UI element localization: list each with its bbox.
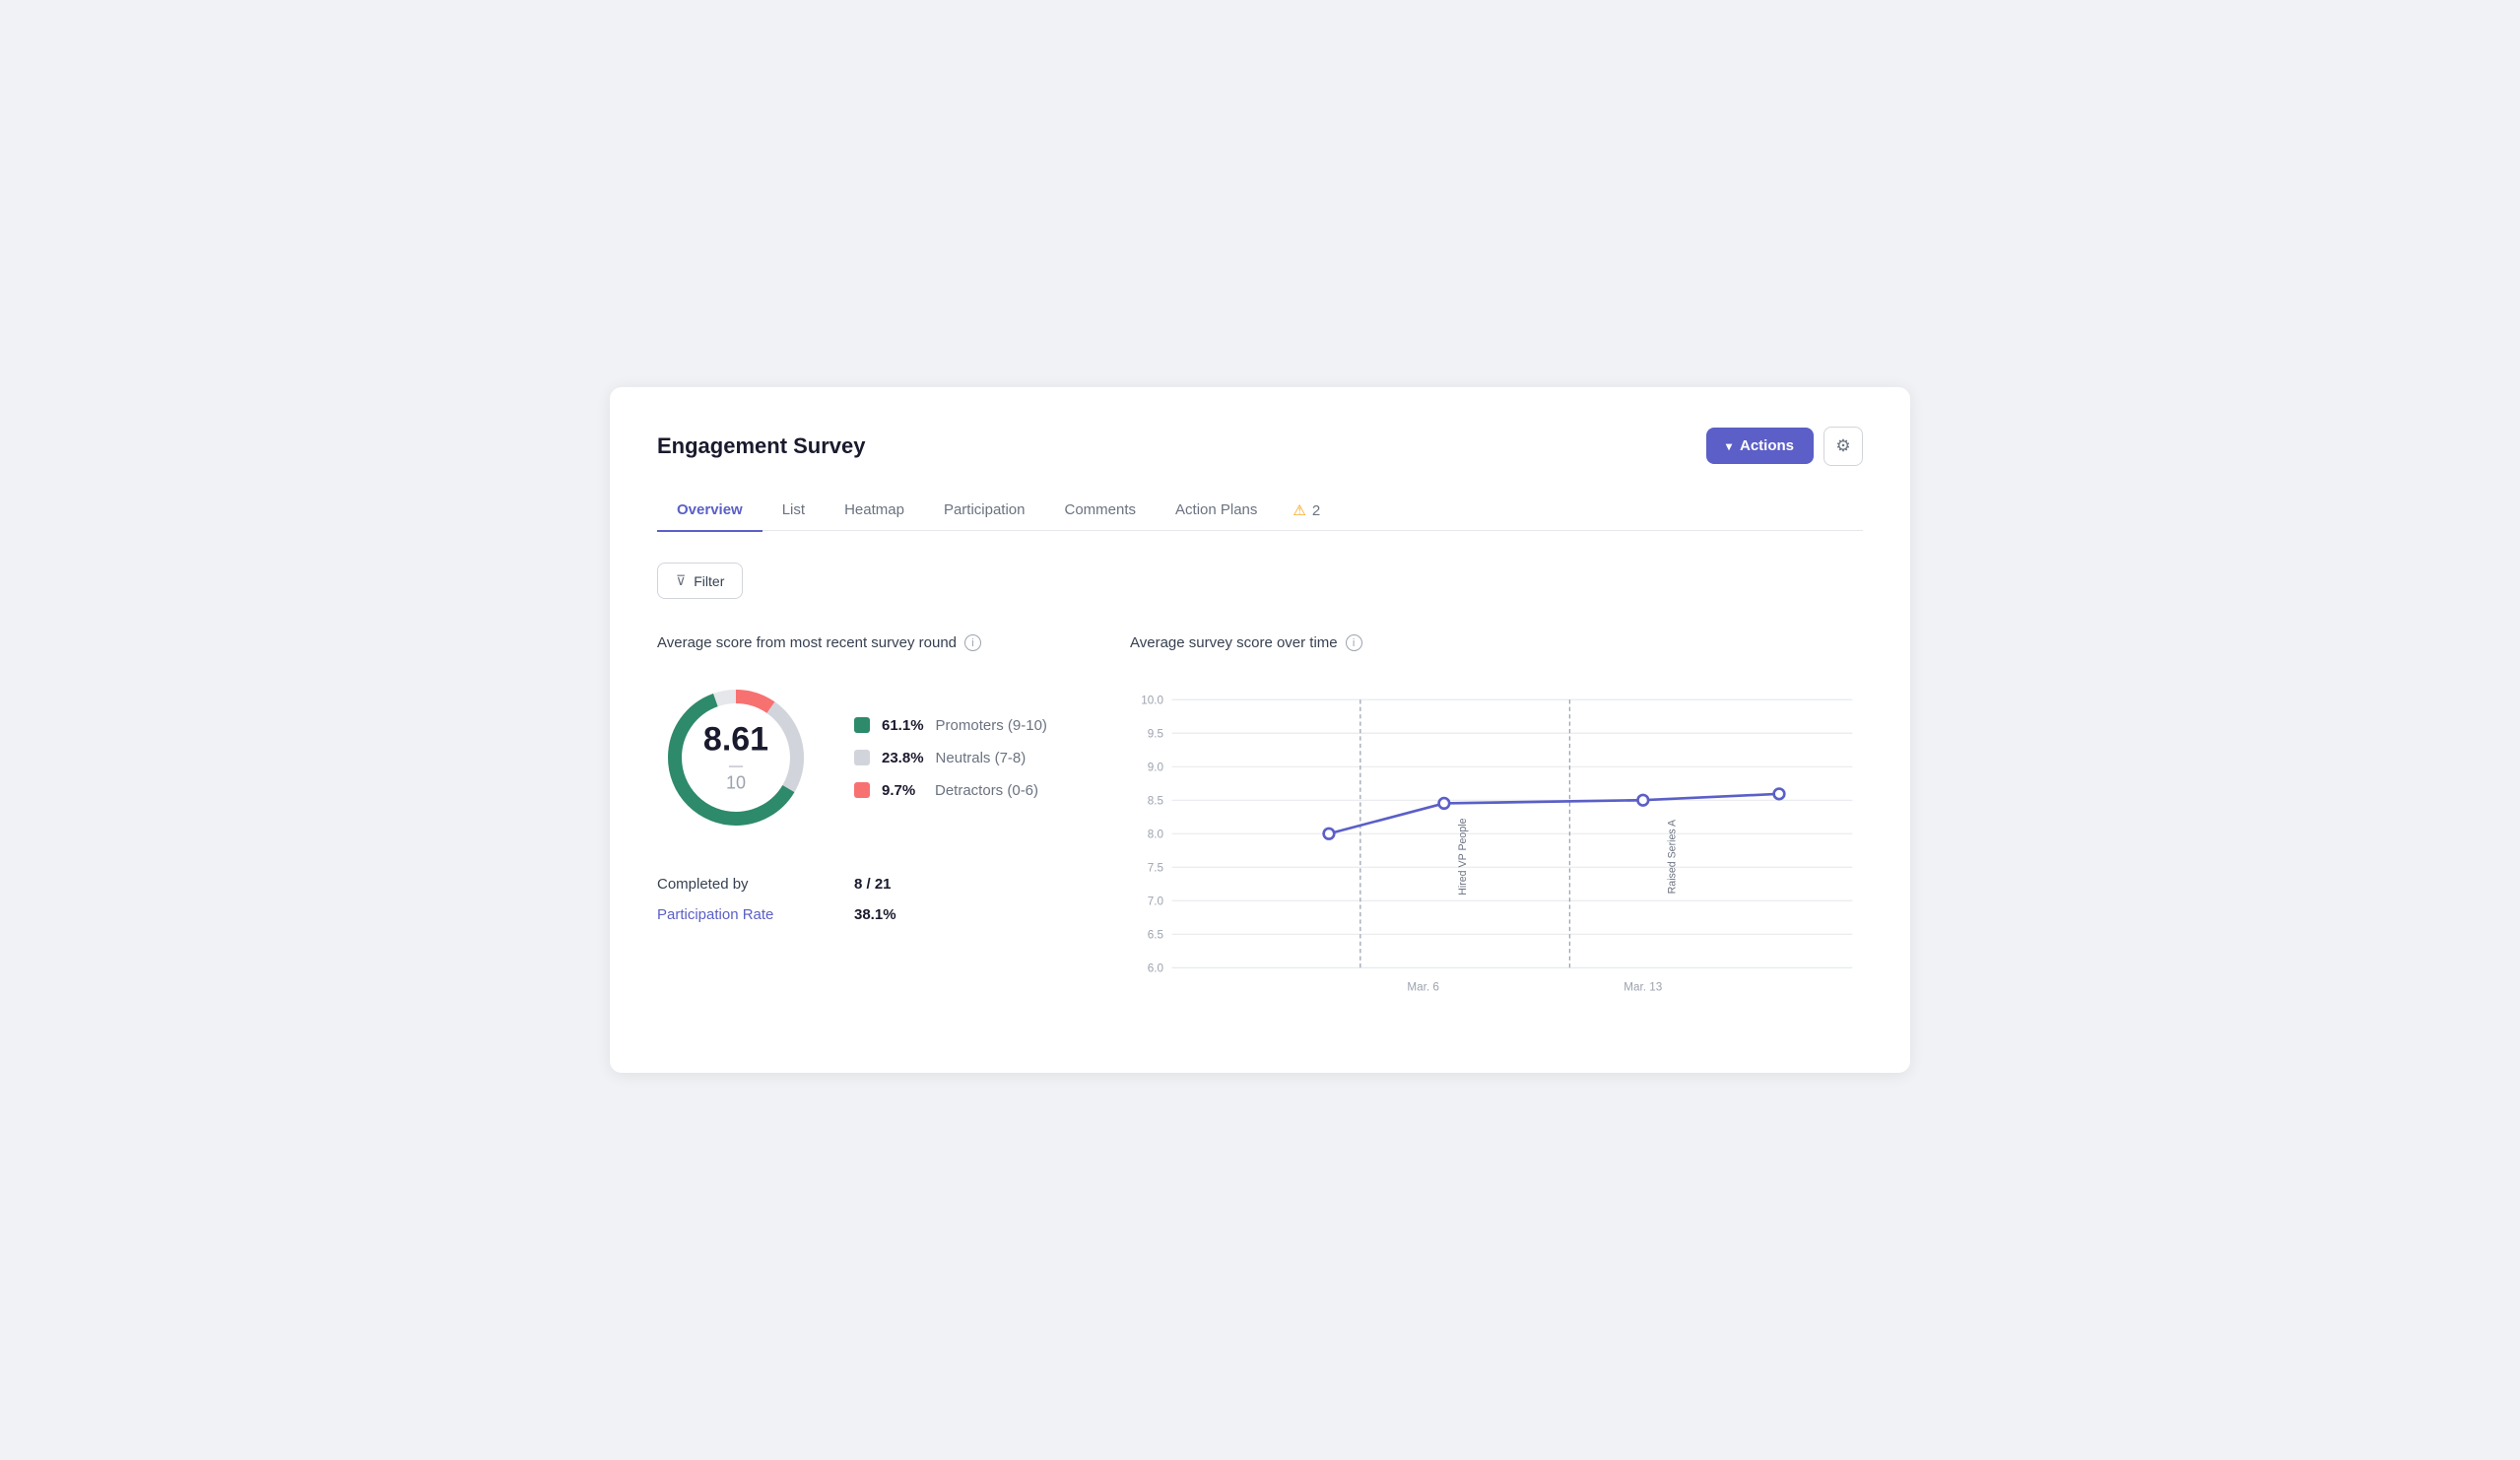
- gauge-total: 10: [726, 773, 746, 793]
- svg-text:7.5: 7.5: [1148, 862, 1164, 875]
- svg-text:6.0: 6.0: [1148, 962, 1164, 975]
- gauge-chart: 8.61 — 10: [657, 679, 815, 836]
- gauge-center: 8.61 — 10: [703, 723, 768, 793]
- gauge-divider: —: [703, 759, 768, 772]
- legend-promoters: 61.1% Promoters (9-10): [854, 717, 1047, 734]
- actions-button[interactable]: ▾ Actions: [1706, 428, 1814, 464]
- info-icon-right[interactable]: i: [1346, 634, 1362, 651]
- filter-button[interactable]: ⊽ Filter: [657, 563, 743, 599]
- legend-detractors: 9.7% Detractors (0-6): [854, 782, 1047, 799]
- neutrals-label: Neutrals (7-8): [936, 750, 1027, 766]
- tab-action-plans[interactable]: Action Plans: [1156, 490, 1277, 532]
- promoters-dot: [854, 717, 870, 733]
- right-panel: Average survey score over time i 10.0 9.…: [1130, 634, 1863, 1014]
- filter-row: ⊽ Filter: [657, 563, 1863, 599]
- score-legend: 61.1% Promoters (9-10) 23.8% Neutrals (7…: [854, 717, 1047, 799]
- main-content: Average score from most recent survey ro…: [657, 634, 1863, 1014]
- warning-icon: ⚠: [1293, 501, 1305, 519]
- left-panel: Average score from most recent survey ro…: [657, 634, 1071, 1014]
- svg-text:9.5: 9.5: [1148, 728, 1164, 741]
- settings-button[interactable]: ⚙: [1824, 427, 1863, 466]
- tab-heatmap[interactable]: Heatmap: [825, 490, 924, 532]
- completed-value: 8 / 21: [854, 876, 892, 893]
- tab-list[interactable]: List: [763, 490, 825, 532]
- participation-value: 38.1%: [854, 906, 896, 923]
- tab-warning[interactable]: ⚠ 2: [1277, 490, 1336, 531]
- tab-overview[interactable]: Overview: [657, 490, 763, 532]
- main-card: Engagement Survey ▾ Actions ⚙ Overview L…: [610, 387, 1910, 1074]
- svg-text:9.0: 9.0: [1148, 762, 1164, 774]
- page-header: Engagement Survey ▾ Actions ⚙: [657, 427, 1863, 466]
- right-section-title: Average survey score over time i: [1130, 634, 1863, 651]
- promoters-label: Promoters (9-10): [936, 717, 1047, 734]
- detractors-pct: 9.7%: [882, 782, 923, 799]
- svg-text:8.5: 8.5: [1148, 795, 1164, 808]
- gauge-score: 8.61: [703, 723, 768, 757]
- gauge-area: 8.61 — 10 61.1% Promoters (9-10) 23.8%: [657, 679, 1071, 836]
- promoters-pct: 61.1%: [882, 717, 924, 734]
- svg-text:Mar. 13: Mar. 13: [1624, 981, 1662, 994]
- svg-text:6.5: 6.5: [1148, 929, 1164, 942]
- svg-text:Hired VP People: Hired VP People: [1457, 819, 1469, 896]
- chevron-down-icon: ▾: [1726, 439, 1732, 453]
- filter-icon: ⊽: [676, 572, 686, 589]
- gear-icon: ⚙: [1835, 436, 1850, 456]
- page-title: Engagement Survey: [657, 433, 866, 459]
- stat-completed: Completed by 8 / 21: [657, 876, 1071, 893]
- participation-rate-link[interactable]: Participation Rate: [657, 906, 854, 923]
- tab-comments[interactable]: Comments: [1044, 490, 1156, 532]
- stat-participation: Participation Rate 38.1%: [657, 906, 1071, 923]
- neutrals-dot: [854, 750, 870, 765]
- info-icon-left[interactable]: i: [964, 634, 981, 651]
- detractors-label: Detractors (0-6): [935, 782, 1038, 799]
- svg-text:10.0: 10.0: [1141, 695, 1163, 707]
- detractors-dot: [854, 782, 870, 798]
- left-section-title: Average score from most recent survey ro…: [657, 634, 1071, 651]
- neutrals-pct: 23.8%: [882, 750, 924, 766]
- completed-label: Completed by: [657, 876, 854, 893]
- header-actions: ▾ Actions ⚙: [1706, 427, 1863, 466]
- legend-neutrals: 23.8% Neutrals (7-8): [854, 750, 1047, 766]
- svg-text:Mar. 6: Mar. 6: [1407, 981, 1438, 994]
- svg-text:8.0: 8.0: [1148, 829, 1164, 841]
- svg-text:7.0: 7.0: [1148, 896, 1164, 908]
- line-chart: 10.0 9.5 9.0 8.5 8.0 7.5 7.0 6.5 6.0: [1130, 679, 1863, 1014]
- svg-text:Raised Series A: Raised Series A: [1667, 819, 1679, 894]
- stats-row: Completed by 8 / 21 Participation Rate 3…: [657, 876, 1071, 923]
- tab-bar: Overview List Heatmap Participation Comm…: [657, 490, 1863, 532]
- tab-participation[interactable]: Participation: [924, 490, 1045, 532]
